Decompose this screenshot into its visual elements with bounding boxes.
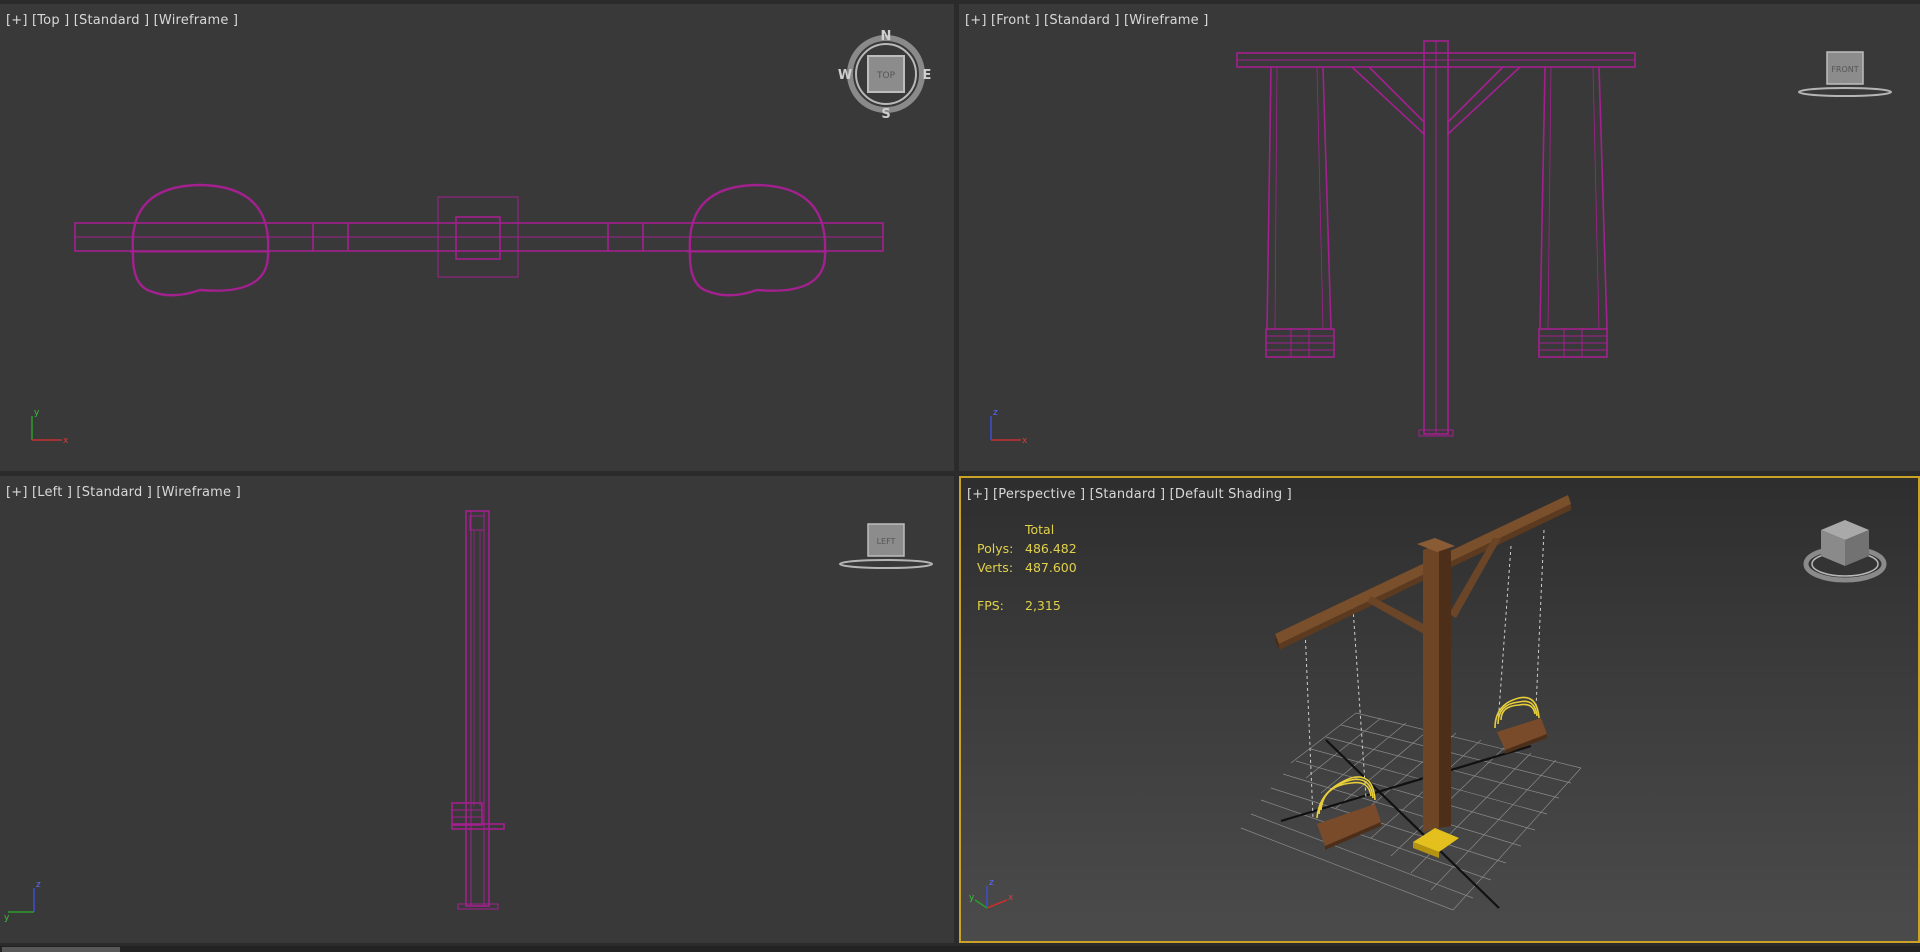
top-view-wireframe: [74, 183, 884, 297]
compass-south: S: [881, 107, 890, 122]
polys-label: Polys:: [977, 541, 1014, 556]
axis-x-label: x: [1008, 893, 1014, 903]
perspective-scene: [1240, 495, 1582, 911]
fps-label: FPS:: [977, 598, 1004, 613]
axis-y-label: y: [969, 893, 975, 903]
compass-north: N: [881, 29, 892, 44]
scene-statistics: Total Polys: 486.482 Verts: 487.600 FPS: 2,…: [977, 520, 1077, 615]
viewport-perspective[interactable]: [+] [Perspective ] [Standard ] [Default …: [959, 476, 1920, 943]
axis-y-label: y: [4, 913, 10, 923]
axis-gizmo-front: z x: [990, 408, 1028, 446]
viewcube-perspective[interactable]: [1803, 514, 1889, 586]
viewport-left[interactable]: [+] [Left ] [Standard ] [Wireframe ] LEF…: [0, 476, 954, 943]
axis-y-label: y: [34, 408, 40, 418]
viewcube-label-front: FRONT: [1831, 65, 1858, 74]
verts-value: 487.600: [1025, 560, 1077, 575]
grid-axes: [1280, 739, 1532, 909]
compass-west: W: [838, 68, 852, 83]
bottom-strip: [0, 946, 1920, 952]
bottom-tab[interactable]: [2, 947, 120, 952]
viewcube-top[interactable]: TOP N S E W: [838, 28, 934, 124]
axis-z-label: z: [36, 880, 41, 890]
front-view-wireframe: [1236, 40, 1636, 437]
viewcube-left[interactable]: LEFT: [836, 520, 936, 570]
compass-east: E: [923, 68, 932, 83]
axis-gizmo-left: z y: [4, 880, 41, 923]
axis-z-label: z: [993, 408, 998, 418]
viewcube-label-left: LEFT: [877, 537, 896, 546]
viewport-label-front[interactable]: [+] [Front ] [Standard ] [Wireframe ]: [965, 13, 1208, 28]
viewport-top[interactable]: [+] [Top ] [Standard ] [Wireframe ] TOP …: [0, 4, 954, 471]
viewcube-label-top: TOP: [876, 71, 896, 81]
fps-value: 2,315: [1025, 598, 1061, 613]
verts-label: Verts:: [977, 560, 1014, 575]
axis-x-label: x: [1022, 436, 1028, 446]
stats-header: Total: [1025, 522, 1055, 537]
polys-value: 486.482: [1025, 541, 1077, 556]
viewport-label-top[interactable]: [+] [Top ] [Standard ] [Wireframe ]: [6, 13, 238, 28]
viewport-label-left[interactable]: [+] [Left ] [Standard ] [Wireframe ]: [6, 485, 241, 500]
axis-z-label: z: [989, 878, 994, 888]
axis-gizmo-top: y x: [31, 408, 69, 446]
viewcube-front[interactable]: FRONT: [1795, 48, 1895, 98]
axis-gizmo-perspective: z x y: [969, 878, 1014, 909]
viewport-front[interactable]: [+] [Front ] [Standard ] [Wireframe ] FR…: [959, 4, 1920, 471]
left-view-wireframe: [451, 510, 505, 910]
viewport-label-perspective[interactable]: [+] [Perspective ] [Standard ] [Default …: [967, 487, 1292, 502]
axis-x-label: x: [63, 436, 69, 446]
